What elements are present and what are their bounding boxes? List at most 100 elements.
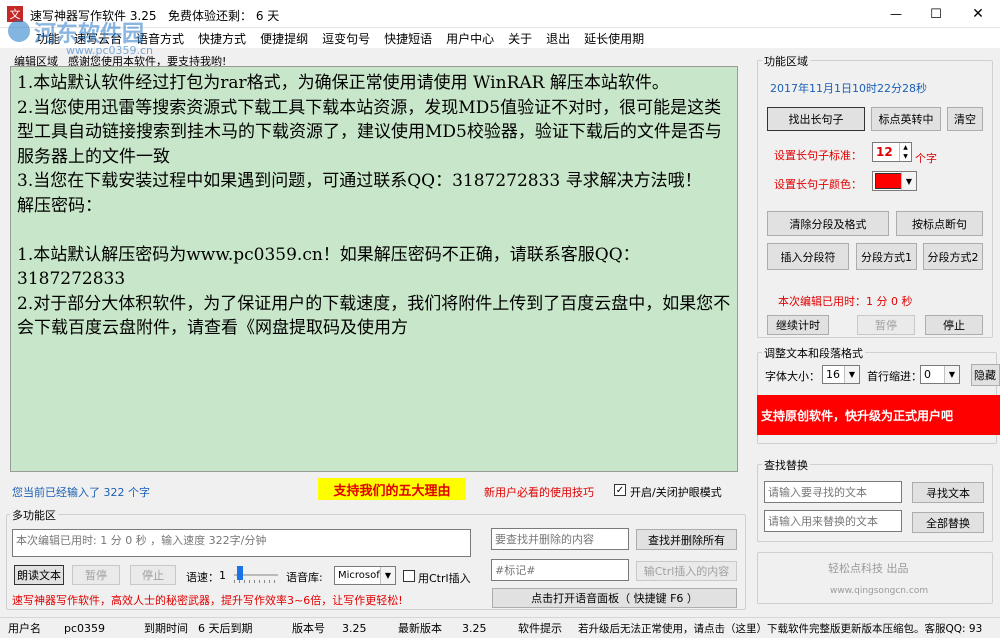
indent-select[interactable]: 0 ▼ bbox=[920, 365, 960, 384]
clear-button[interactable]: 清空 bbox=[947, 107, 983, 131]
maximize-button[interactable]: ☐ bbox=[916, 0, 956, 28]
indent-label: 首行缩进： bbox=[867, 370, 922, 383]
menu-item-about[interactable]: 关于 bbox=[508, 30, 532, 47]
menu-item-user-center[interactable]: 用户中心 bbox=[446, 30, 494, 47]
minimize-button[interactable]: — bbox=[876, 0, 916, 28]
time-speed-field[interactable]: 本次编辑已用时: 1 分 0 秒 ，输入速度 322字/分钟 bbox=[12, 529, 471, 557]
brand-name: 轻松点科技 出品 bbox=[828, 562, 909, 575]
spinner-down-icon[interactable]: ▼ bbox=[899, 152, 911, 161]
font-size-select[interactable]: 16 ▼ bbox=[822, 365, 860, 384]
read-text-button[interactable]: 朗读文本 bbox=[14, 565, 64, 585]
status-tip-value[interactable]: 若升级后无法正常使用，请点击（这里）下载软件完整版更新版本压缩包。客服QQ: 9… bbox=[578, 618, 1000, 638]
menu-item-exit[interactable]: 退出 bbox=[546, 30, 570, 47]
five-reasons-link[interactable]: 支持我们的五大理由 bbox=[318, 478, 466, 500]
trial-remaining: 免费体验还剩： 6 天 bbox=[168, 9, 280, 23]
clear-format-button[interactable]: 清除分段及格式 bbox=[767, 211, 889, 236]
hide-button[interactable]: 隐藏 bbox=[971, 364, 1000, 386]
timer-pause-button[interactable]: 暂停 bbox=[857, 315, 915, 335]
window-title: 速写神器写作软件 3.25 bbox=[30, 9, 157, 23]
replace-text-input[interactable]: 请输入用来替换的文本 bbox=[764, 510, 902, 532]
long-std-spinner[interactable]: 12 ▲ ▼ bbox=[872, 142, 912, 162]
menu-item-cloud[interactable]: 速写云台 bbox=[74, 30, 122, 47]
menu-item-punct[interactable]: 逗变句号 bbox=[322, 30, 370, 47]
format-group-label: 调整文本和段落格式 bbox=[762, 345, 865, 361]
marker-input[interactable]: #标记# bbox=[491, 559, 629, 581]
slider-thumb[interactable] bbox=[237, 566, 243, 580]
voice-lib-label: 语音库: bbox=[286, 571, 323, 584]
status-latest-label: 最新版本 bbox=[398, 622, 442, 635]
editor-line: 1.本站默认软件经过打包为rar格式，为确保正常使用请使用 WinRAR 解压本… bbox=[17, 73, 669, 93]
multi-group-label: 多功能区 bbox=[10, 507, 58, 523]
spinner-up-icon[interactable]: ▲ bbox=[899, 143, 911, 152]
menu-item-phrases[interactable]: 快捷短语 bbox=[384, 30, 432, 47]
continue-timer-button[interactable]: 继续计时 bbox=[767, 315, 829, 335]
menu-item-voice[interactable]: 语音方式 bbox=[136, 30, 184, 47]
find-delete-button[interactable]: 查找并删除所有 bbox=[636, 529, 737, 550]
para-mode2-button[interactable]: 分段方式2 bbox=[923, 243, 983, 270]
status-bar: 用户名 pc0359 到期时间 6 天后到期 版本号 3.25 最新版本 3.2… bbox=[0, 617, 1000, 638]
app-icon: 文 bbox=[7, 6, 23, 22]
ctrl-insert-content-button[interactable]: 输Ctrl插入的内容 bbox=[636, 561, 737, 581]
long-std-label: 设置长句子标准： bbox=[774, 149, 862, 162]
voice-lib-select[interactable]: Microsof ▼ bbox=[334, 566, 396, 585]
voice-lib-value: Microsof bbox=[338, 570, 380, 581]
tips-link[interactable]: 新用户必看的使用技巧 bbox=[484, 484, 594, 500]
speed-label: 语速： bbox=[186, 571, 219, 584]
editor-textarea[interactable]: 1.本站默认软件经过打包为rar格式，为确保正常使用请使用 WinRAR 解压本… bbox=[10, 66, 738, 472]
promo-banner[interactable]: 支持原创软件，快升级为正式用户吧 bbox=[757, 395, 1000, 435]
chevron-down-icon: ▼ bbox=[844, 366, 859, 383]
punct-break-button[interactable]: 按标点断句 bbox=[896, 211, 983, 236]
editor-line: 3.当您在下载安装过程中如果遇到问题，可通过联系QQ：3187272833 寻求… bbox=[17, 171, 702, 191]
eye-mode-checkbox[interactable]: ✓ bbox=[614, 484, 626, 496]
chevron-down-icon: ▼ bbox=[944, 366, 959, 383]
font-size-label: 字体大小： bbox=[765, 370, 820, 383]
voice-pause-button[interactable]: 暂停 bbox=[72, 565, 120, 585]
menu-item-outline[interactable]: 便捷提纲 bbox=[260, 30, 308, 47]
insert-para-button[interactable]: 插入分段符 bbox=[767, 243, 849, 270]
status-version-label: 版本号 bbox=[292, 622, 325, 635]
editor-line: 2.对于部分大体积软件，为了保证用户的下载速度，我们将附件上传到了百度云盘中，如… bbox=[17, 293, 731, 339]
ctrl-insert-label: 用Ctrl插入 bbox=[418, 572, 471, 585]
speed-slider[interactable] bbox=[234, 566, 278, 584]
find-text-input[interactable]: 请输入要寻找的文本 bbox=[764, 481, 902, 503]
status-latest-value: 3.25 bbox=[462, 621, 487, 635]
close-button[interactable]: ✕ bbox=[956, 0, 1000, 28]
speed-value: 1 bbox=[219, 569, 226, 582]
ctrl-insert-checkbox[interactable] bbox=[403, 570, 415, 582]
menu-item-function[interactable]: 功能 bbox=[36, 30, 60, 47]
status-user-label: 用户名 bbox=[8, 622, 41, 635]
menu-item-extend[interactable]: 延长使用期 bbox=[584, 30, 644, 47]
find-text-button[interactable]: 寻找文本 bbox=[912, 482, 984, 503]
edit-time-display: 本次编辑已用时：1 分 0 秒 bbox=[778, 295, 913, 308]
brand-url: www.qingsongcn.com bbox=[830, 586, 929, 596]
find-long-sentence-button[interactable]: 找出长句子 bbox=[767, 107, 865, 131]
title-bar: 文 速写神器写作软件 3.25 免费体验还剩： 6 天 — ☐ ✕ bbox=[0, 0, 1000, 28]
status-expiry-value: 6 天后到期 bbox=[198, 622, 253, 635]
indent-value: 0 bbox=[924, 368, 931, 381]
status-user-value: pc0359 bbox=[64, 621, 106, 635]
editor-line: 1.本站默认解压密码为www.pc0359.cn！如果解压密码不正确，请联系客服… bbox=[17, 244, 640, 290]
voice-panel-button[interactable]: 点击打开语音面板（ 快捷键 F6 ） bbox=[492, 588, 737, 608]
punct-convert-button[interactable]: 标点英转中 bbox=[871, 107, 941, 131]
long-color-label: 设置长句子颜色： bbox=[774, 178, 862, 191]
status-version-value: 3.25 bbox=[342, 621, 367, 635]
long-std-unit: 个字 bbox=[915, 152, 937, 165]
long-color-select[interactable]: ▼ bbox=[872, 171, 917, 191]
timer-stop-button[interactable]: 停止 bbox=[925, 315, 983, 335]
find-replace-group-label: 查找替换 bbox=[762, 457, 810, 473]
menu-item-shortcut[interactable]: 快捷方式 bbox=[198, 30, 246, 47]
slogan-text: 速写神器写作软件，高效人士的秘密武器，提升写作效率3~6倍，让写作更轻松! bbox=[12, 594, 403, 607]
status-tip-label: 软件提示 bbox=[518, 622, 562, 635]
datetime-display: 2017年11月1日10时22分28秒 bbox=[770, 82, 927, 95]
slider-ticks bbox=[234, 580, 278, 583]
para-mode1-button[interactable]: 分段方式1 bbox=[856, 243, 917, 270]
char-count: 您当前已经输入了 322 个字 bbox=[12, 486, 150, 499]
editor-line: 2.当您使用迅雷等搜索资源式下载工具下载本站资源，发现MD5值验证不对时，很可能… bbox=[17, 97, 722, 167]
voice-stop-button[interactable]: 停止 bbox=[130, 565, 176, 585]
chevron-down-icon: ▼ bbox=[380, 567, 395, 584]
editor-line: 解压密码： bbox=[17, 195, 102, 216]
font-size-value: 16 bbox=[826, 368, 840, 381]
find-delete-input[interactable]: 要查找并删除的内容 bbox=[491, 528, 629, 550]
replace-all-button[interactable]: 全部替换 bbox=[912, 512, 984, 533]
